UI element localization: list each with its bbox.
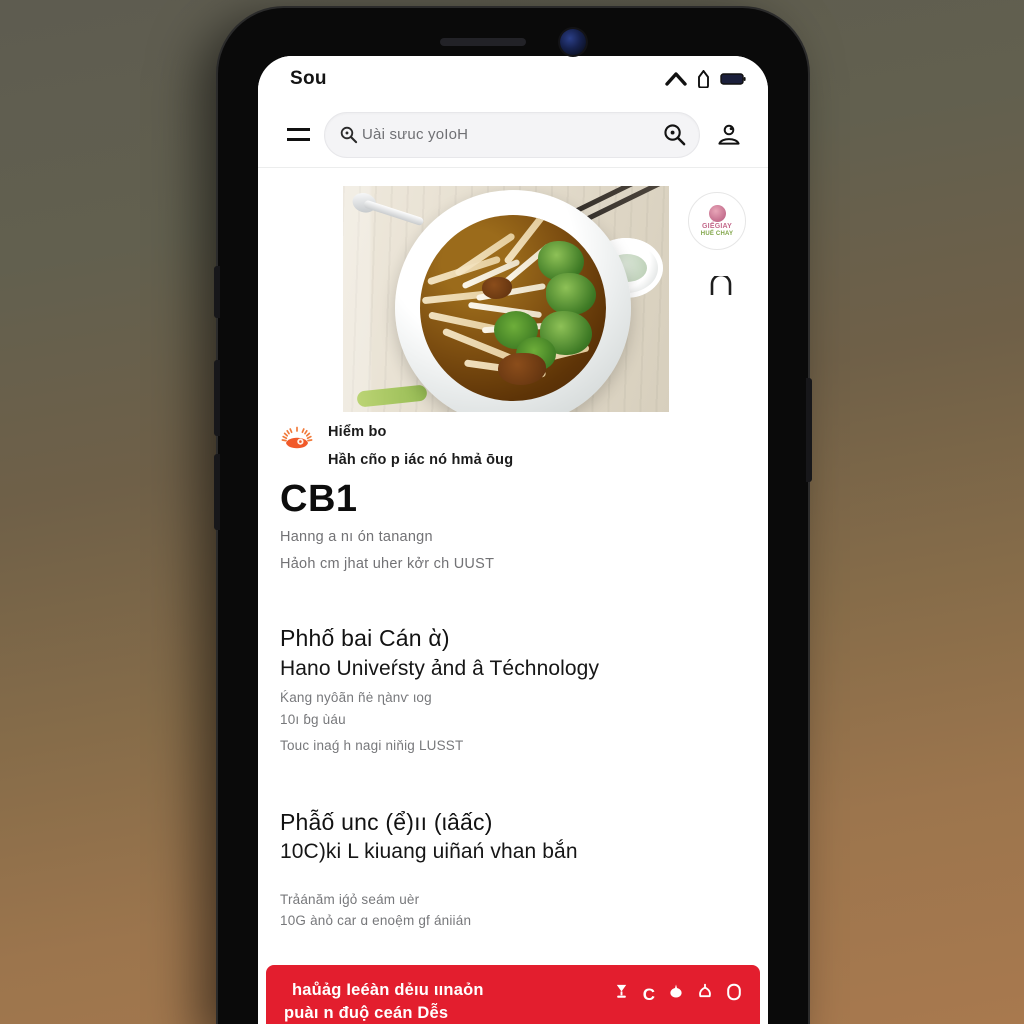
trophy-icon[interactable] <box>613 983 630 1005</box>
outline-drop-icon[interactable] <box>697 983 713 1006</box>
phone-device-frame: Sou Uài sưuc yoIoH GIẾGIAY HUẾ CHAY Hiểm… <box>214 8 812 1024</box>
headline-meta-1: Hanng a nı ón tanangn <box>280 529 433 545</box>
tag-row: Hiểm bo Hầh cño p iác nó hmả ōug <box>258 422 768 468</box>
search-icon <box>339 125 358 144</box>
section-title: Phẫố unc (ể)ıı (ιâấc) <box>280 808 493 835</box>
sun-bowl-icon <box>280 425 314 459</box>
account-person-icon[interactable] <box>706 112 752 158</box>
promo-line-1: haůảg Ieéàn dẻıu ιınaỏn <box>292 980 484 999</box>
status-bar: Sou <box>258 56 768 102</box>
section-title: Phhố bai Cán ὰ) <box>280 625 450 651</box>
search-placeholder-text: Uài sưuc yoIoH <box>362 126 469 143</box>
volume-down-button[interactable] <box>214 454 220 530</box>
promo-banner[interactable]: haůảg Ieéàn dẻıu ιınaỏn puàı n đuộ ceán … <box>266 964 760 1024</box>
front-camera-icon <box>560 29 586 55</box>
section-subtitle: 10C)ki L kiuang uiñań vhan bắn <box>280 840 578 864</box>
section-meta-2: 10G ànỏ car ɑ enoệm gf ániián <box>280 913 472 929</box>
section-subtitle: Hano Univeŕsty ảnd â Téchnology <box>280 656 600 680</box>
signal-chevron-icon <box>665 72 687 86</box>
broth <box>419 215 606 402</box>
tag-line-1: Hiểm bo <box>328 424 387 440</box>
status-bar-icons <box>665 70 746 88</box>
soup-bowl <box>394 190 631 412</box>
list-item[interactable]: Phẫố unc (ể)ıı (ιâấc) 10C)ki L kiuang ui… <box>258 808 768 931</box>
section-meta-1: Trảánăm iǵỏ seám uèr <box>280 891 420 907</box>
hamburger-menu-icon[interactable] <box>276 113 320 157</box>
power-button[interactable] <box>806 378 812 482</box>
hero-section: GIẾGIAY HUẾ CHAY <box>258 168 768 412</box>
arch-bridge-icon[interactable] <box>710 273 732 296</box>
desktop-backdrop: Sou Uài sưuc yoIoH GIẾGIAY HUẾ CHAY Hiểm… <box>0 0 1024 1024</box>
volume-up-button[interactable] <box>214 360 220 436</box>
app-bar: Uài sưuc yoIoH <box>258 102 768 168</box>
section-meta-3: Touc inaǵ h nagi niňig LUSST <box>280 738 464 754</box>
search-input[interactable]: Uài sưuc yoIoH <box>324 111 700 158</box>
list-item[interactable]: Phhố bai Cán ὰ) Hano Univeŕsty ảnd â Téc… <box>258 624 768 756</box>
brand-logo-badge[interactable]: GIẾGIAY HUẾ CHAY <box>688 192 746 250</box>
tag-line-2: Hầh cño p iác nó hmả ōug <box>328 452 514 468</box>
mute-switch-button[interactable] <box>214 266 220 318</box>
flower-logo-icon <box>708 204 726 222</box>
balloon-icon[interactable] <box>668 983 684 1006</box>
status-bar-label: Sou <box>290 68 327 89</box>
battery-icon <box>720 72 746 86</box>
tag-text-group: Hiểm bo Hầh cño p iác nó hmả ōug <box>328 422 513 468</box>
logo-wordmark: GIẾGIAY <box>702 222 732 230</box>
speaker-slit-icon <box>440 38 526 46</box>
search-submit-icon[interactable] <box>662 122 687 147</box>
promo-line-2: puàı n đuộ ceán Dễs <box>284 1003 449 1022</box>
c-letter-icon[interactable]: C <box>643 986 655 1003</box>
rounded-rect-icon[interactable] <box>726 983 742 1006</box>
promo-icon-row: C <box>613 981 742 1006</box>
page-content: GIẾGIAY HUẾ CHAY Hiểm bo Hầh cño p iác n… <box>258 168 768 1024</box>
headline-meta-2: Hảoh cm jhat uher kởr ch UUST <box>280 556 495 572</box>
phone-screen: Sou Uài sưuc yoIoH GIẾGIAY HUẾ CHAY Hiểm… <box>258 56 768 1024</box>
logo-subtext: HUẾ CHAY <box>700 230 734 237</box>
battery-vertical-icon <box>697 70 710 88</box>
section-meta-2: 10ı ɓg ùáu <box>280 711 346 727</box>
noodle-soup-photo <box>343 186 669 412</box>
device-notch <box>363 22 663 62</box>
section-meta-1: Ḱang nyôãn ñė ɳànѵ ιog <box>280 689 432 705</box>
page-title: CB1 <box>280 478 358 520</box>
